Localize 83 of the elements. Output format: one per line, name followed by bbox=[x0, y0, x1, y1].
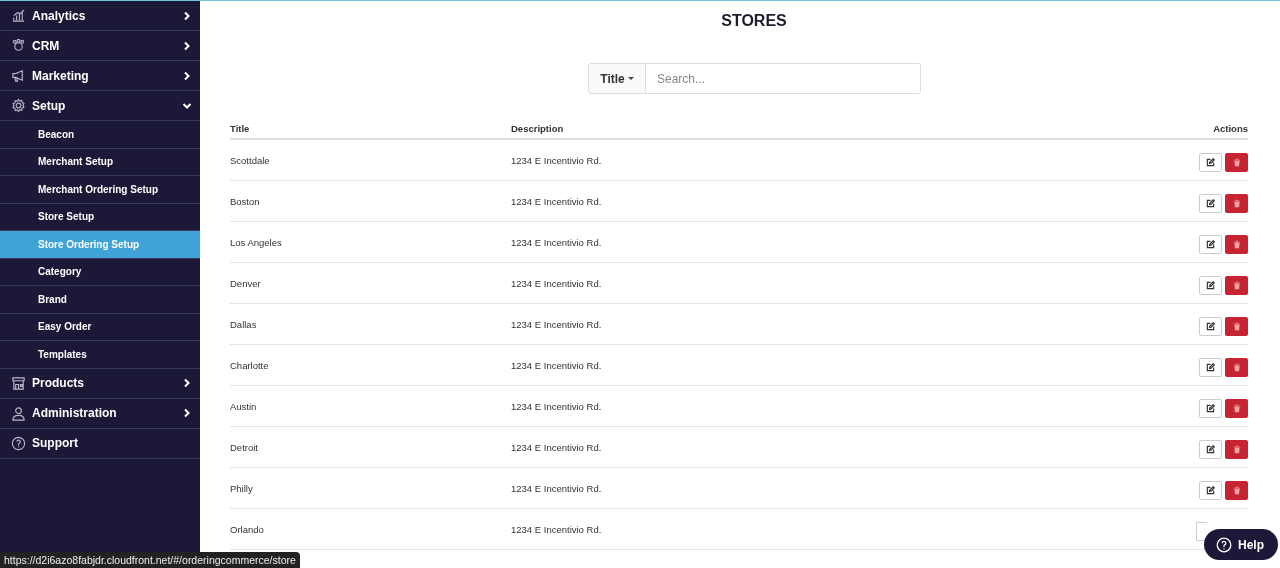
edit-icon bbox=[1206, 321, 1215, 331]
column-header: Actions bbox=[1212, 123, 1248, 134]
edit-button[interactable] bbox=[1199, 316, 1222, 336]
megaphone-icon bbox=[11, 68, 26, 83]
table-cell-text: Boston bbox=[230, 195, 261, 207]
page-title: STORES bbox=[720, 12, 788, 30]
question-icon bbox=[1216, 536, 1232, 553]
trash-icon bbox=[1232, 403, 1241, 413]
table-cell-text: Philly bbox=[230, 482, 254, 494]
column-header: Description bbox=[511, 123, 565, 134]
edit-button[interactable] bbox=[1199, 275, 1222, 295]
edit-button[interactable] bbox=[1196, 521, 1207, 541]
gear-icon bbox=[11, 98, 26, 113]
delete-button[interactable] bbox=[1225, 316, 1248, 336]
nav-item[interactable]: Products bbox=[0, 368, 200, 399]
chevron-right-icon bbox=[182, 70, 192, 81]
table-cell-text: 1234 E Incentivio Rd. bbox=[511, 277, 603, 289]
table-cell-text: 1234 E Incentivio Rd. bbox=[511, 482, 603, 494]
edit-icon bbox=[1206, 198, 1215, 208]
delete-button[interactable] bbox=[1225, 398, 1248, 418]
table-cell-text: 1234 E Incentivio Rd. bbox=[511, 523, 603, 535]
edit-button[interactable] bbox=[1199, 439, 1222, 459]
chevron-right-icon bbox=[182, 10, 192, 21]
delete-button[interactable] bbox=[1225, 275, 1248, 295]
edit-icon bbox=[1206, 280, 1215, 290]
store-icon bbox=[11, 375, 26, 391]
trash-icon bbox=[1232, 485, 1241, 495]
edit-button[interactable] bbox=[1199, 480, 1222, 500]
nav-item[interactable]: Setup bbox=[0, 91, 200, 121]
edit-icon bbox=[1206, 403, 1215, 413]
edit-button[interactable] bbox=[1199, 234, 1222, 254]
table-cell-text: Dallas bbox=[230, 318, 258, 330]
delete-button[interactable] bbox=[1225, 193, 1248, 213]
edit-button[interactable] bbox=[1199, 193, 1222, 213]
edit-icon bbox=[1206, 485, 1215, 495]
nav-item[interactable]: Administration bbox=[0, 398, 200, 429]
chart-icon bbox=[11, 8, 26, 23]
caret-icon bbox=[627, 77, 634, 80]
delete-button[interactable] bbox=[1225, 480, 1248, 500]
table-cell-text: Denver bbox=[230, 277, 262, 289]
trash-icon bbox=[1232, 362, 1241, 372]
table-cell-text: Charlotte bbox=[230, 359, 270, 371]
edit-button[interactable] bbox=[1199, 398, 1222, 418]
trash-icon bbox=[1232, 157, 1241, 167]
person-icon bbox=[11, 405, 26, 421]
trash-icon bbox=[1232, 280, 1241, 290]
search-field[interactable]: Search... bbox=[646, 63, 921, 94]
people-icon bbox=[11, 38, 26, 53]
table-cell-text: 1234 E Incentivio Rd. bbox=[511, 318, 603, 330]
table-cell-text: 1234 E Incentivio Rd. bbox=[511, 441, 603, 453]
table-cell-text: Scottdale bbox=[230, 154, 271, 166]
edit-button[interactable] bbox=[1199, 357, 1222, 377]
edit-icon bbox=[1206, 444, 1215, 454]
question-icon bbox=[11, 435, 26, 451]
edit-button[interactable] bbox=[1199, 152, 1222, 172]
filter-dropdown[interactable]: Title bbox=[588, 63, 646, 94]
table-cell-text: 1234 E Incentivio Rd. bbox=[511, 154, 603, 166]
chevron-right-icon bbox=[182, 40, 192, 51]
table-cell-text: 1234 E Incentivio Rd. bbox=[511, 236, 603, 248]
table-cell-text: 1234 E Incentivio Rd. bbox=[511, 400, 603, 412]
table-cell-text: Los Angeles bbox=[230, 236, 283, 248]
edit-icon bbox=[1206, 362, 1215, 372]
table-cell-text: Orlando bbox=[230, 523, 265, 535]
delete-button[interactable] bbox=[1225, 439, 1248, 459]
chevron-right-icon bbox=[182, 408, 192, 418]
nav-item[interactable]: Analytics bbox=[0, 1, 200, 31]
delete-button[interactable] bbox=[1225, 152, 1248, 172]
trash-icon bbox=[1232, 198, 1241, 208]
edit-icon bbox=[1206, 157, 1215, 167]
status-url: https://d2i6azo8fabjdr.cloudfront.net/#/orderingcommerce/store bbox=[0, 552, 300, 568]
trash-icon bbox=[1232, 321, 1241, 331]
table-cell-text: 1234 E Incentivio Rd. bbox=[511, 195, 603, 207]
delete-button[interactable] bbox=[1225, 234, 1248, 254]
edit-icon bbox=[1206, 239, 1215, 249]
column-header: Title bbox=[230, 123, 251, 134]
trash-icon bbox=[1232, 239, 1241, 249]
trash-icon bbox=[1232, 444, 1241, 454]
chevron-right-icon bbox=[182, 378, 192, 388]
table-cell-text: Detroit bbox=[230, 441, 259, 453]
table-cell-text: Austin bbox=[230, 400, 258, 412]
table-cell-text: 1234 E Incentivio Rd. bbox=[511, 359, 603, 371]
delete-button[interactable] bbox=[1225, 357, 1248, 377]
nav-item[interactable]: CRM bbox=[0, 31, 200, 61]
